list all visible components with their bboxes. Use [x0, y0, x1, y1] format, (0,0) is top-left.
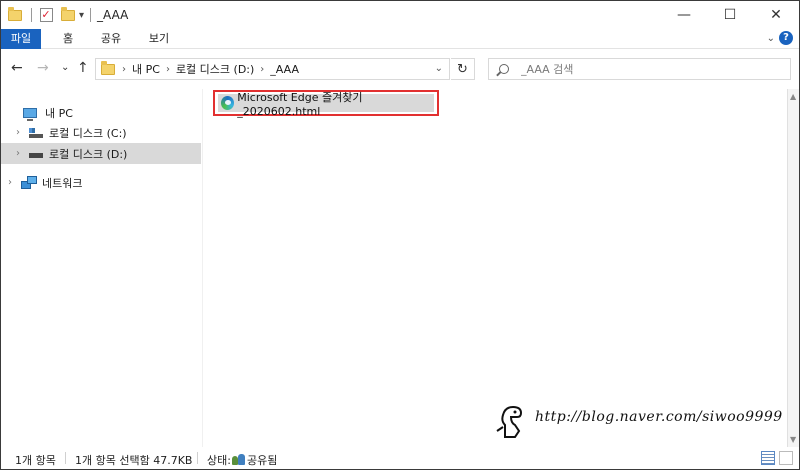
watermark-text: http://blog.naver.com/siwoo9999	[535, 409, 783, 425]
title-divider	[31, 8, 32, 22]
folder-icon	[100, 60, 116, 77]
scroll-up-icon[interactable]: ▲	[790, 92, 796, 101]
blog-watermark: http://blog.naver.com/siwoo9999	[491, 401, 782, 441]
file-name: Microsoft Edge 즐겨찾기_2020602.html	[237, 90, 363, 118]
tab-view[interactable]: 보기	[141, 29, 177, 49]
forward-button[interactable]: →	[37, 60, 49, 76]
selection-info: 1개 항목 선택함 47.7KB	[75, 454, 193, 467]
nav-item-network[interactable]: › 네트워크	[1, 172, 201, 193]
ribbon-collapse-chevron-icon[interactable]: ⌄	[767, 33, 775, 44]
nav-item-label: 로컬 디스크 (C:)	[49, 126, 127, 140]
window-title: _AAA	[97, 8, 129, 22]
share-state-label: 상태:	[207, 454, 231, 467]
large-icons-view-icon[interactable]	[779, 451, 793, 465]
title-divider	[90, 8, 92, 22]
window-controls: — ☐ ✕	[661, 1, 799, 29]
ribbon-tabs: 파일 홈 공유 보기 ⌄ ?	[1, 29, 799, 49]
refresh-button[interactable]: ↻	[451, 58, 475, 80]
maximize-button[interactable]: ☐	[707, 1, 753, 29]
nav-item-label: 내 PC	[45, 106, 73, 120]
close-button[interactable]: ✕	[753, 1, 799, 29]
nav-item-label: 네트워크	[42, 176, 83, 190]
search-box[interactable]	[488, 58, 791, 80]
status-divider	[65, 452, 66, 464]
share-state-value: 공유됨	[246, 454, 278, 467]
address-dropdown-icon[interactable]: ⌄	[435, 63, 443, 74]
new-folder-icon[interactable]	[60, 6, 76, 23]
folder-icon	[7, 6, 23, 23]
breadcrumb-separator[interactable]: ›	[122, 64, 126, 75]
breadcrumb-local-disk-d[interactable]: 로컬 디스크 (D:)	[176, 61, 254, 77]
tab-file[interactable]: 파일	[1, 29, 41, 49]
navigation-bar: ← → ⌄ ↑ › 내 PC › 로컬 디스크 (D:) › _AAA ⌄ ↻	[1, 50, 799, 88]
tab-share[interactable]: 공유	[93, 29, 129, 49]
expander-icon[interactable]: ›	[5, 177, 15, 188]
breadcrumb-separator[interactable]: ›	[260, 64, 264, 75]
shared-users-icon	[231, 454, 246, 465]
drive-d-icon	[29, 152, 43, 158]
dinosaur-icon	[496, 405, 523, 438]
help-icon[interactable]: ?	[779, 31, 793, 45]
vertical-scrollbar[interactable]: ▲ ▼	[787, 89, 799, 447]
search-input[interactable]	[521, 62, 771, 76]
up-button[interactable]: ↑	[77, 60, 89, 76]
file-list[interactable]: Microsoft Edge 즐겨찾기_2020602.html	[203, 89, 787, 447]
view-switcher	[761, 451, 793, 465]
network-icon	[21, 176, 37, 189]
status-bar: 1개 항목 1개 항목 선택함 47.7KB 상태: 공유됨	[1, 447, 799, 469]
tab-home[interactable]: 홈	[53, 29, 83, 49]
nav-item-my-pc[interactable]: 내 PC	[1, 102, 201, 123]
navigation-pane: 내 PC › 로컬 디스크 (C:) › 로컬 디스크 (D:) › 네트워크	[1, 89, 201, 447]
recent-locations-button[interactable]: ⌄	[61, 62, 69, 73]
title-bar: ✓ ▾ _AAA — ☐ ✕	[1, 1, 799, 29]
breadcrumb-separator[interactable]: ›	[166, 64, 170, 75]
expander-icon[interactable]: ›	[13, 148, 23, 159]
nav-item-label: 로컬 디스크 (D:)	[49, 147, 128, 161]
explorer-window: ✓ ▾ _AAA — ☐ ✕ 파일 홈 공유 보기 ⌄ ? ← → ⌄ ↑ › …	[0, 0, 800, 470]
quick-access-dropdown[interactable]: ▾	[79, 10, 84, 21]
ribbon-controls: ⌄ ?	[767, 31, 793, 45]
back-button[interactable]: ←	[11, 60, 23, 76]
minimize-button[interactable]: —	[661, 1, 707, 29]
expander-icon[interactable]: ›	[13, 127, 23, 138]
breadcrumb-aaa[interactable]: _AAA	[270, 63, 299, 76]
search-icon	[499, 64, 509, 74]
properties-icon[interactable]: ✓	[38, 7, 54, 23]
drive-c-icon	[29, 127, 43, 138]
share-state: 상태: 공유됨	[207, 452, 277, 468]
nav-item-local-disk-d[interactable]: › 로컬 디스크 (D:)	[1, 143, 201, 164]
item-count: 1개 항목	[15, 454, 56, 467]
status-divider	[197, 452, 198, 464]
scroll-down-icon[interactable]: ▼	[790, 435, 796, 444]
details-view-icon[interactable]	[761, 451, 775, 465]
edge-icon	[221, 96, 235, 110]
file-item[interactable]: Microsoft Edge 즐겨찾기_2020602.html	[218, 91, 434, 118]
nav-item-local-disk-c[interactable]: › 로컬 디스크 (C:)	[1, 122, 201, 143]
address-bar[interactable]: › 내 PC › 로컬 디스크 (D:) › _AAA ⌄	[95, 58, 450, 80]
breadcrumb-my-pc[interactable]: 내 PC	[132, 61, 160, 77]
pc-icon	[23, 107, 37, 121]
